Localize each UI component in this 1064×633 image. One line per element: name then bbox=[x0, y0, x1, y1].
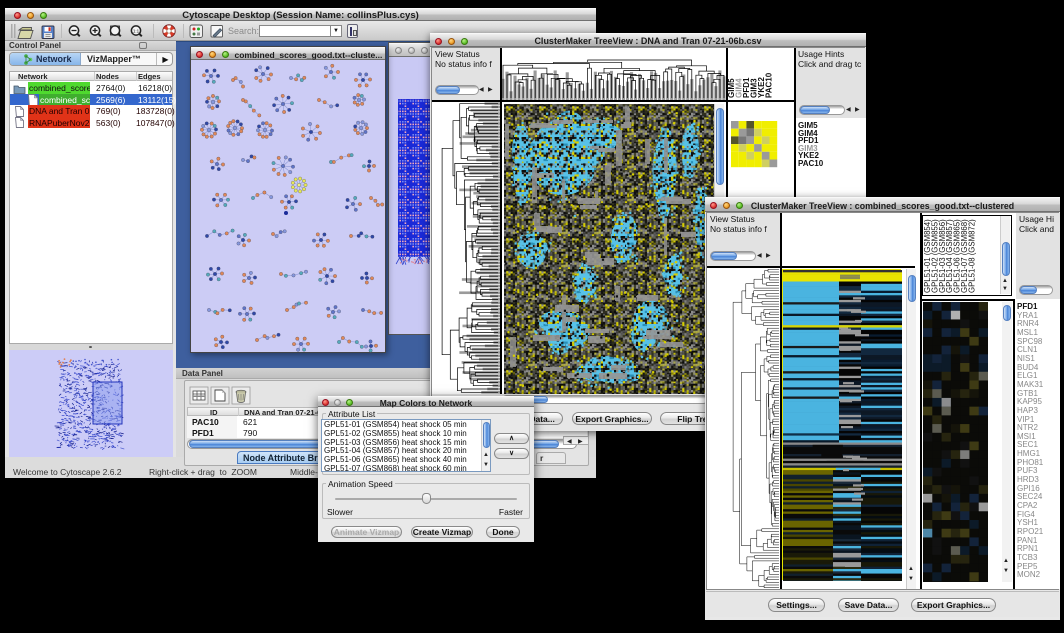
svg-text:1:1: 1:1 bbox=[133, 29, 140, 34]
svg-text:PAC10: PAC10 bbox=[765, 72, 774, 98]
svg-text:GPL51-08 (GSM872): GPL51-08 (GSM872) bbox=[967, 219, 976, 293]
